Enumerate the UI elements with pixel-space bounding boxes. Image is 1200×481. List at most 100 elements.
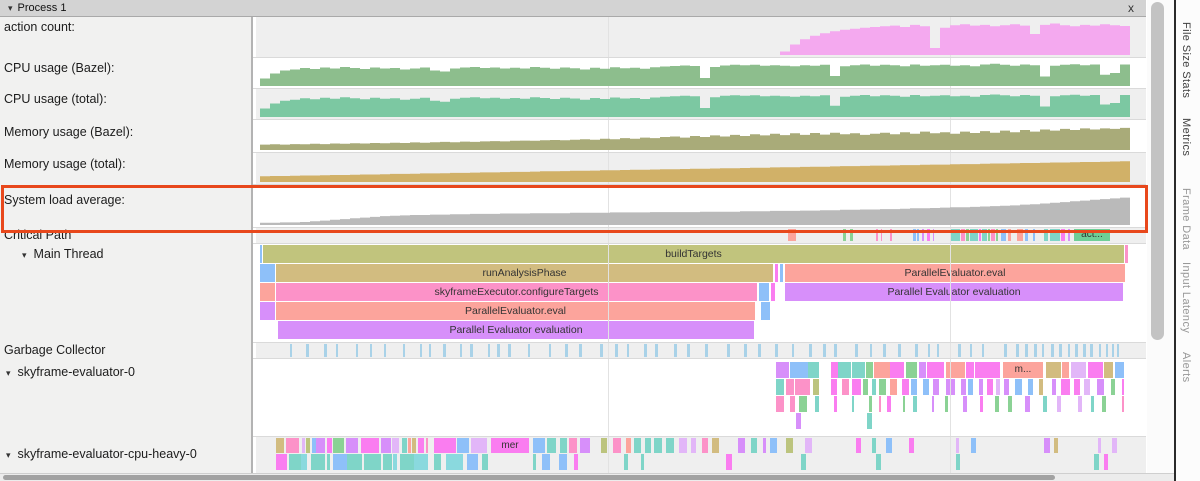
slice[interactable] — [615, 344, 618, 357]
slice[interactable] — [402, 438, 407, 453]
slice[interactable] — [414, 454, 428, 470]
slice[interactable] — [879, 396, 881, 412]
slice[interactable] — [393, 454, 397, 470]
slice[interactable] — [1062, 362, 1069, 378]
slice[interactable] — [1061, 379, 1070, 395]
slice-parallel-evaluator-evaluation[interactable]: Parallel Evaluator evaluation — [785, 283, 1123, 301]
slice-buildtargets[interactable]: buildTargets — [263, 245, 1124, 263]
slice[interactable] — [988, 229, 990, 241]
slice[interactable] — [356, 344, 358, 357]
track-memory-usage-total[interactable] — [256, 152, 1146, 184]
slice[interactable] — [855, 344, 858, 357]
track-label-row-main-thread[interactable]: ▾Main Thread — [0, 247, 272, 261]
slice[interactable] — [961, 379, 966, 395]
track-action-count[interactable] — [256, 16, 1146, 57]
slice[interactable] — [852, 362, 865, 378]
slice[interactable] — [384, 344, 386, 357]
slice[interactable] — [809, 344, 812, 357]
slice[interactable] — [775, 264, 778, 282]
slice[interactable] — [1122, 396, 1124, 412]
slice[interactable] — [528, 344, 530, 357]
slice[interactable] — [890, 229, 892, 241]
slice[interactable] — [1025, 344, 1028, 357]
slice[interactable] — [971, 438, 976, 453]
slice[interactable] — [434, 438, 456, 453]
slice[interactable] — [879, 379, 886, 395]
slice[interactable] — [979, 229, 981, 241]
slice[interactable] — [786, 379, 794, 395]
slice[interactable] — [347, 454, 362, 470]
track-cpu-usage-bazel[interactable] — [256, 57, 1146, 88]
slice[interactable] — [968, 379, 973, 395]
slice[interactable] — [1122, 379, 1124, 395]
slice[interactable] — [1115, 362, 1124, 378]
horizontal-scrollbar-thumb[interactable] — [3, 475, 1055, 480]
slice[interactable] — [1078, 396, 1082, 412]
slice[interactable] — [446, 454, 463, 470]
slice[interactable] — [403, 344, 405, 357]
slice[interactable] — [870, 344, 872, 357]
slice[interactable] — [674, 344, 677, 357]
slice[interactable] — [982, 229, 987, 241]
slice[interactable] — [856, 438, 861, 453]
slice[interactable] — [549, 344, 551, 357]
slice[interactable] — [1083, 344, 1086, 357]
slice[interactable] — [327, 438, 332, 453]
slice[interactable] — [1025, 396, 1030, 412]
slice[interactable] — [813, 379, 819, 395]
slice[interactable] — [867, 413, 872, 429]
slice[interactable] — [1044, 229, 1048, 241]
slice[interactable] — [289, 454, 301, 470]
slice[interactable] — [370, 344, 372, 357]
slice[interactable] — [913, 229, 916, 241]
slice[interactable] — [790, 396, 795, 412]
slice[interactable] — [276, 454, 287, 470]
slice[interactable] — [1068, 229, 1070, 241]
slice[interactable] — [995, 396, 999, 412]
track-skyframe-evaluator-0[interactable]: m... — [256, 358, 1146, 436]
track-critical-path[interactable]: act... — [256, 227, 1146, 243]
tab-metrics[interactable]: Metrics — [1180, 118, 1192, 156]
slice[interactable] — [823, 344, 826, 357]
counter-chart-cpu-usage-total[interactable] — [256, 88, 1146, 119]
slice-m[interactable]: m... — [1003, 362, 1043, 378]
slice[interactable] — [927, 229, 930, 241]
slice[interactable] — [761, 302, 770, 320]
slice[interactable] — [1039, 379, 1043, 395]
collapse-arrow-icon[interactable]: ▾ — [6, 450, 11, 460]
slice[interactable] — [644, 344, 647, 357]
slice[interactable] — [705, 344, 708, 357]
slice[interactable] — [970, 344, 972, 357]
slice[interactable] — [1017, 229, 1023, 241]
slice[interactable] — [1044, 438, 1050, 453]
tab-file-size-stats[interactable]: File Size Stats — [1180, 22, 1192, 98]
slice[interactable] — [1075, 344, 1078, 357]
slice[interactable] — [627, 344, 629, 357]
slice[interactable] — [915, 344, 918, 357]
slice[interactable] — [775, 344, 778, 357]
slice[interactable] — [1033, 229, 1035, 241]
slice[interactable] — [1071, 362, 1086, 378]
slice[interactable] — [933, 229, 934, 241]
slice[interactable] — [902, 379, 909, 395]
slice[interactable] — [863, 379, 868, 395]
slice[interactable] — [1001, 229, 1006, 241]
slice[interactable] — [987, 379, 993, 395]
slice[interactable] — [260, 302, 275, 320]
slice-parallelevaluator-eval[interactable]: ParallelEvaluator.eval — [785, 264, 1125, 282]
slice[interactable] — [883, 344, 886, 357]
slice[interactable] — [763, 438, 766, 453]
slice[interactable] — [327, 454, 330, 470]
slice[interactable] — [1008, 229, 1011, 241]
slice[interactable] — [579, 344, 582, 357]
slice[interactable] — [1090, 344, 1093, 357]
slice[interactable] — [923, 379, 929, 395]
track-label-row-skyframe-evaluator-0[interactable]: ▾skyframe-evaluator-0 — [0, 365, 256, 379]
slice[interactable] — [346, 438, 358, 453]
slice[interactable] — [1104, 454, 1108, 470]
slice[interactable] — [260, 264, 275, 282]
slice[interactable] — [712, 438, 719, 453]
slice[interactable] — [1046, 362, 1061, 378]
slice[interactable] — [922, 229, 924, 241]
slice[interactable] — [966, 362, 974, 378]
